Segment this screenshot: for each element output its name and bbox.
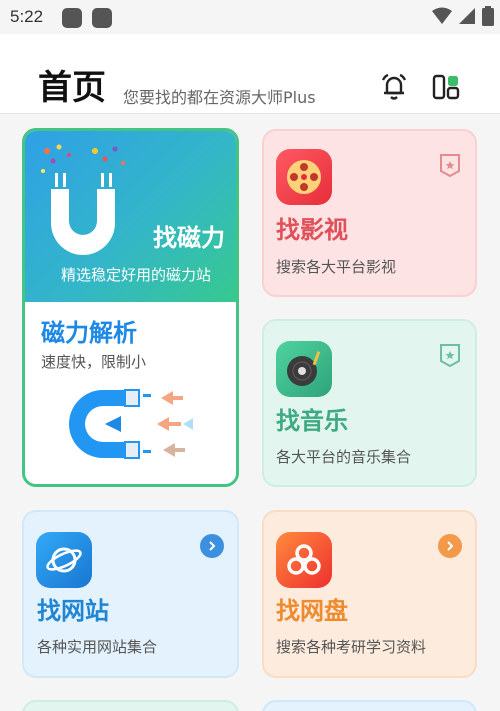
netdisk-app-icon <box>276 532 332 588</box>
bookmark-star-icon[interactable] <box>438 343 462 367</box>
magnet-card-title: 找磁力 <box>153 224 225 252</box>
video-app-icon <box>276 149 332 205</box>
battery-icon <box>482 6 494 26</box>
bookmark-star-icon[interactable] <box>438 153 462 177</box>
netdisk-card-desc: 搜索各种考研学习资料 <box>276 638 427 656</box>
website-card-title: 找网站 <box>37 597 109 625</box>
music-card[interactable]: 找音乐 各大平台的音乐集合 <box>262 319 477 487</box>
website-card[interactable]: 找网站 各种实用网站集合 <box>22 510 239 678</box>
video-card-desc: 搜索各大平台影视 <box>276 258 397 276</box>
video-card[interactable]: 找影视 搜索各大平台影视 <box>262 129 477 297</box>
netdisk-card[interactable]: 找网盘 搜索各种考研学习资料 <box>262 510 477 678</box>
page-subtitle: 您要找的都在资源大师Plus <box>123 88 316 107</box>
magnet-parse-desc: 速度快，限制小 <box>41 353 147 371</box>
music-card-desc: 各大平台的音乐集合 <box>276 448 412 466</box>
magnet-parse-section[interactable]: 磁力解析 速度快，限制小 <box>25 302 236 484</box>
website-card-desc: 各种实用网站集合 <box>37 638 158 656</box>
wifi-icon <box>432 7 452 24</box>
netdisk-card-title: 找网盘 <box>276 597 348 625</box>
page-title: 首页 <box>38 68 106 108</box>
bell-icon <box>381 73 407 100</box>
signal-icon <box>459 8 475 24</box>
chevron-right-icon[interactable] <box>200 534 224 558</box>
website-app-icon <box>36 532 92 588</box>
next-card-right[interactable] <box>262 700 477 711</box>
film-reel-icon <box>287 160 321 194</box>
notification-icon <box>92 8 112 28</box>
vinyl-record-icon <box>287 351 321 386</box>
status-time: 5:22 <box>10 7 44 26</box>
music-app-icon <box>276 341 332 397</box>
music-card-title: 找音乐 <box>276 407 348 435</box>
app-header: 首页 您要找的都在资源大师Plus <box>0 34 500 114</box>
magnet-attract-icon <box>69 389 193 459</box>
cloud-rings-icon <box>287 544 321 575</box>
layout-switch-button[interactable] <box>431 72 461 102</box>
status-indicators <box>432 6 494 26</box>
magnet-icon <box>41 144 125 255</box>
magnet-card[interactable]: 找磁力 精选稳定好用的磁力站 磁力解析 速度快，限制小 <box>22 128 239 487</box>
magnet-parse-title: 磁力解析 <box>41 319 137 347</box>
chevron-right-icon[interactable] <box>438 534 462 558</box>
status-bar: 5:22 <box>0 0 500 34</box>
magnet-card-top[interactable]: 找磁力 精选稳定好用的磁力站 <box>25 131 236 302</box>
notification-button[interactable] <box>379 72 409 102</box>
layout-icon <box>432 74 460 100</box>
video-card-title: 找影视 <box>276 216 348 244</box>
notification-icon <box>62 8 82 28</box>
planet-icon <box>46 547 82 573</box>
next-card-left[interactable] <box>22 700 239 711</box>
magnet-card-desc: 精选稳定好用的磁力站 <box>61 266 212 284</box>
